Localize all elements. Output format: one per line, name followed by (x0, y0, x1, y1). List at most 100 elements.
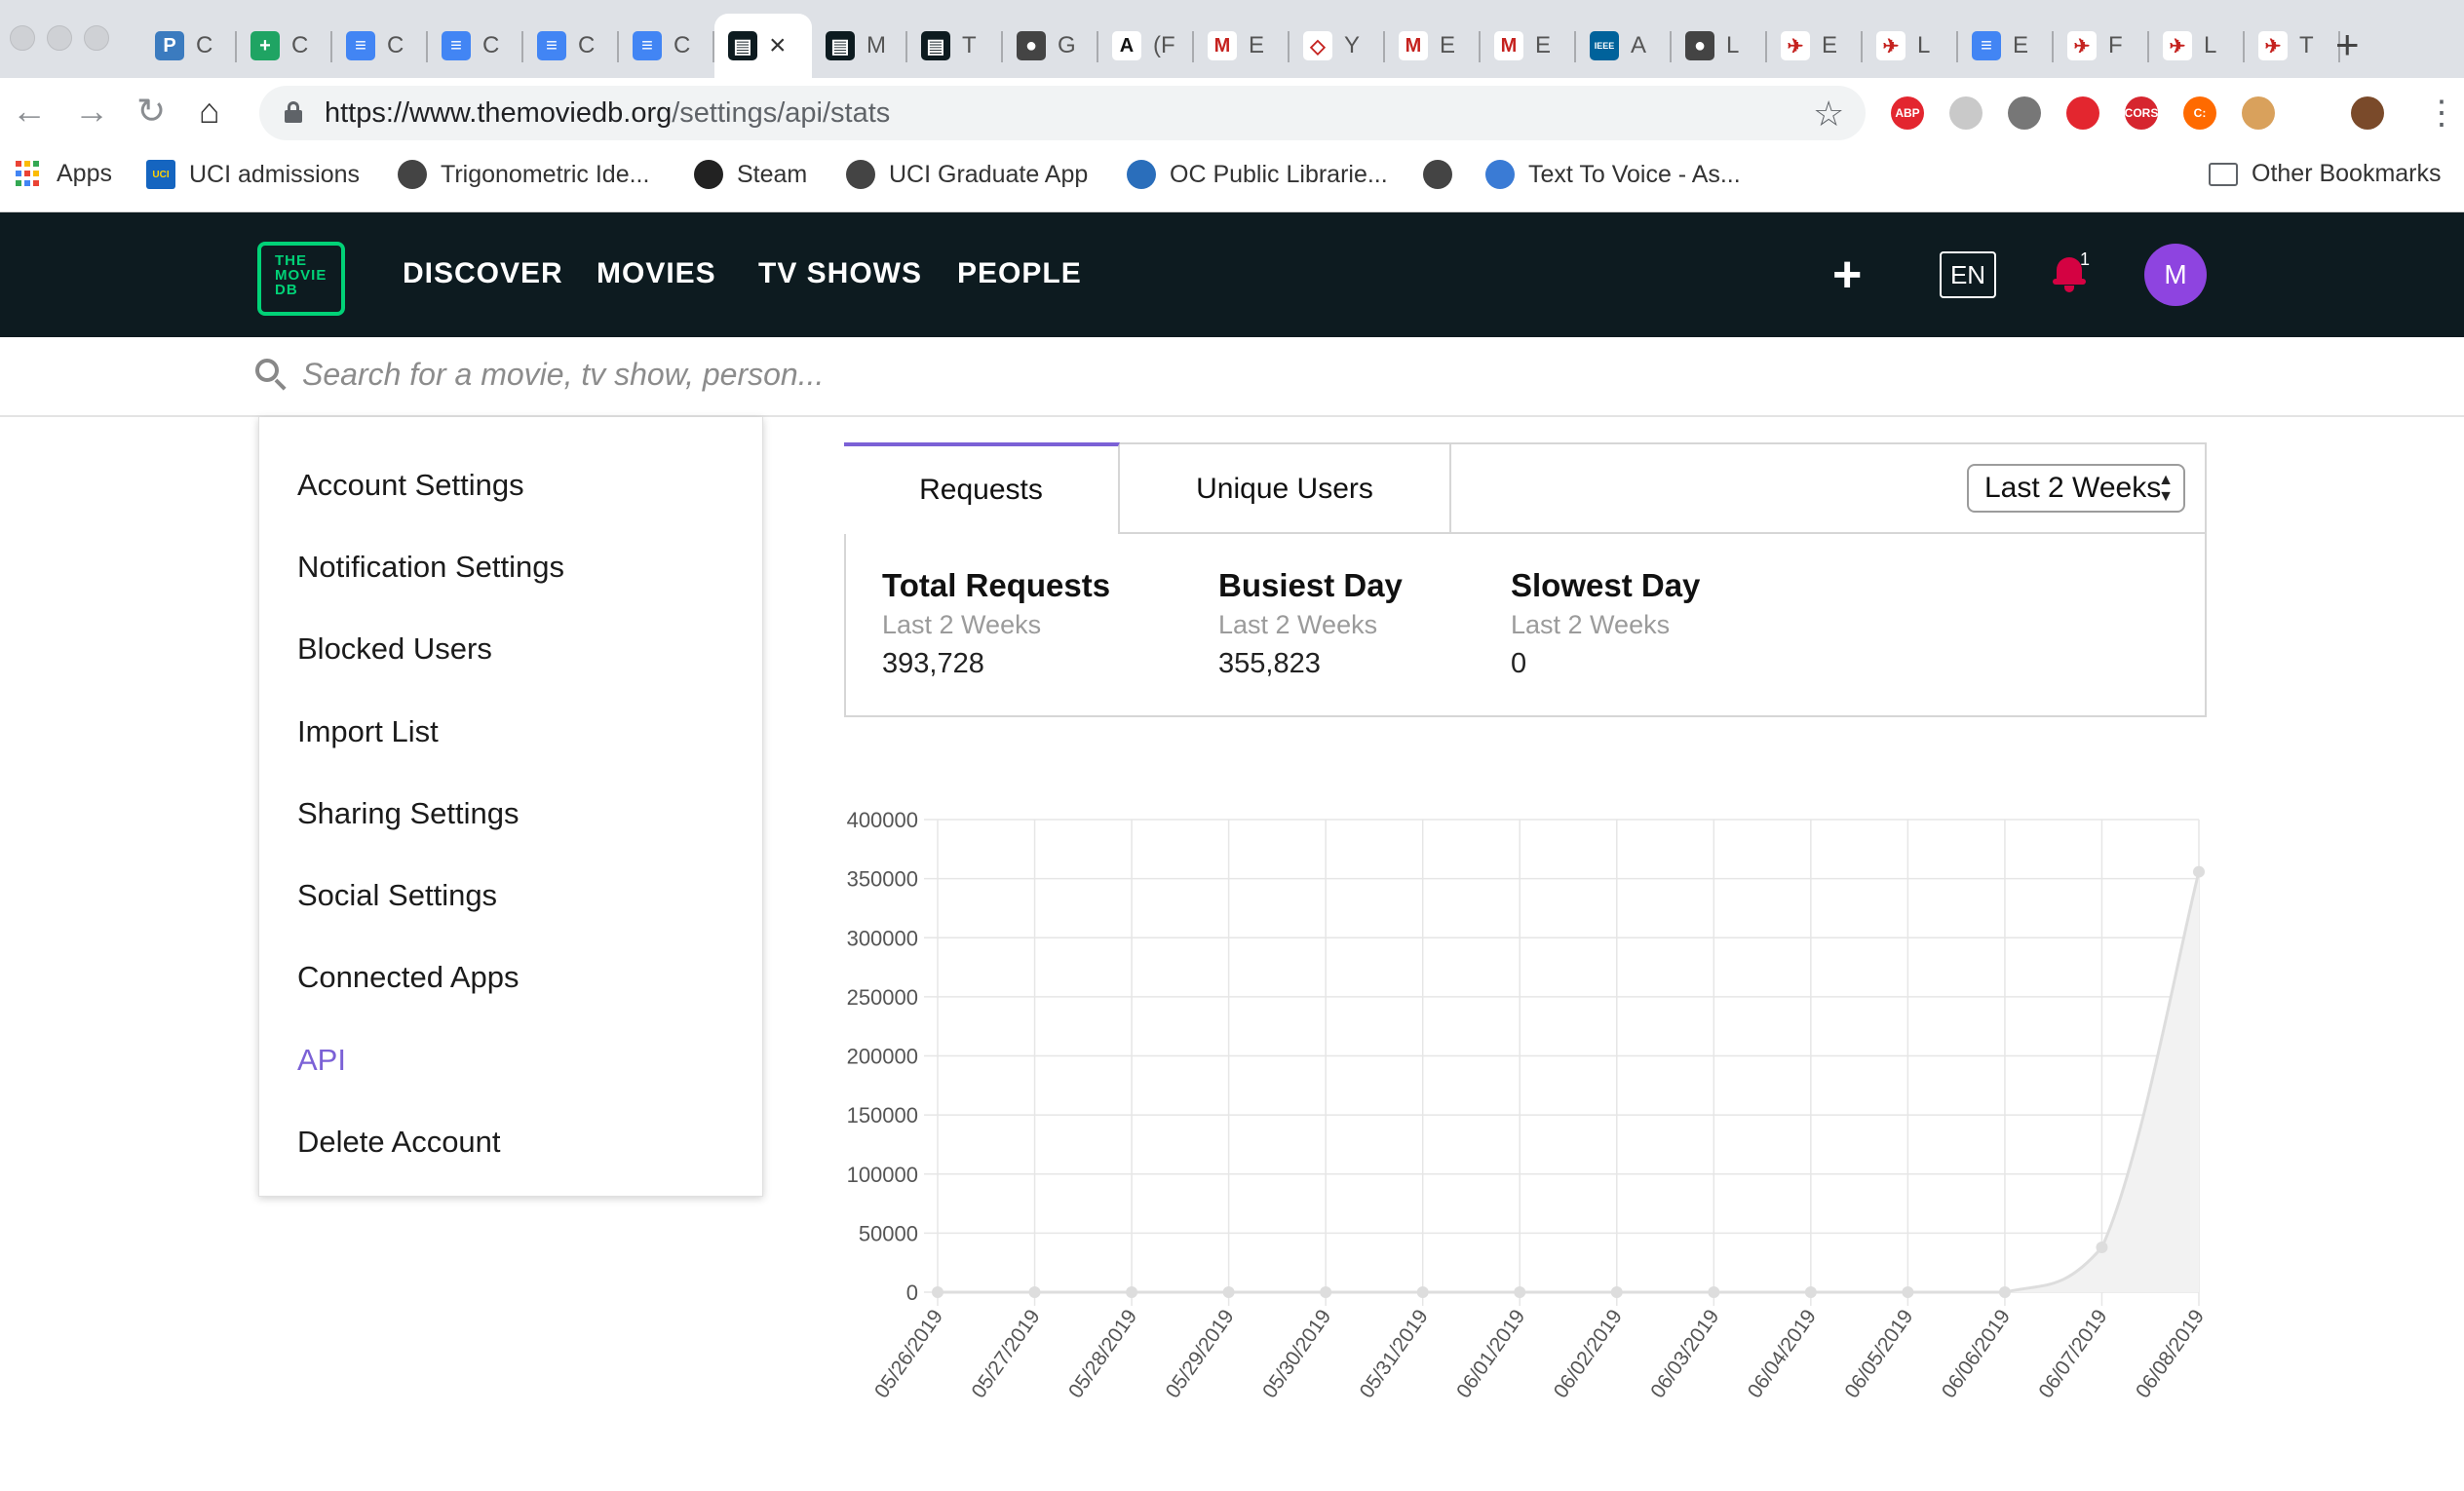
nav-movies[interactable]: MOVIES (597, 257, 716, 290)
nav-tv-shows[interactable]: TV SHOWS (758, 257, 922, 290)
tab-requests[interactable]: Requests (844, 442, 1120, 534)
tab-favicon-icon: ● (1685, 31, 1714, 60)
browser-tab[interactable]: ✈ L (1863, 14, 1958, 78)
nav-people[interactable]: PEOPLE (957, 257, 1082, 290)
sidebar-item-notification-settings[interactable]: Notification Settings (297, 550, 564, 585)
browser-tab[interactable]: A (F (1098, 14, 1194, 78)
tab-favicon-icon: ▤ (921, 31, 950, 60)
add-icon[interactable]: + (1832, 246, 1862, 304)
browser-tab[interactable]: ME (1481, 14, 1576, 78)
sidebar-item-social-settings[interactable]: Social Settings (297, 878, 497, 913)
browser-tab[interactable]: + C (237, 14, 332, 78)
sidebar-item-api[interactable]: API (297, 1043, 346, 1078)
bookmark-item[interactable]: Text To Voice - As... (1485, 160, 1741, 189)
tab-favicon-icon: ≡ (537, 31, 566, 60)
data-point (2096, 1242, 2108, 1254)
browser-tab[interactable]: ✈ E (1767, 14, 1863, 78)
browser-menu-icon[interactable]: ⋮ (2425, 94, 2458, 133)
browser-tab[interactable]: ● G (1003, 14, 1098, 78)
sidebar-item-account-settings[interactable]: Account Settings (297, 468, 524, 503)
globe-icon (846, 160, 875, 189)
sidebar-item-blocked-users[interactable]: Blocked Users (297, 631, 492, 667)
browser-tab[interactable]: ▤ M (812, 14, 907, 78)
stat-total-requests: Total Requests Last 2 Weeks 393,728 (882, 567, 1111, 679)
tab-favicon-icon: ≡ (442, 31, 471, 60)
extension-icon[interactable] (2008, 96, 2041, 130)
new-tab-button[interactable]: + (2335, 21, 2360, 68)
extension-icon[interactable]: CORS (2125, 96, 2158, 130)
extension-icon[interactable]: ABP (1891, 96, 1924, 130)
lock-icon[interactable] (285, 101, 302, 123)
tab-title: (F (1153, 32, 1174, 58)
url-text[interactable]: https://www.themoviedb.org/settings/api/… (325, 97, 890, 130)
globe-icon (398, 160, 427, 189)
sidebar-item-import-list[interactable]: Import List (297, 714, 439, 749)
browser-tab[interactable]: ≡ C (428, 14, 523, 78)
x-tick-label: 06/08/2019 (2132, 1306, 2209, 1402)
tmdb-logo[interactable]: THE MOVIE DB (257, 242, 345, 316)
profile-icon[interactable] (2351, 96, 2384, 130)
language-button[interactable]: EN (1940, 251, 1996, 298)
bookmark-item[interactable]: UCI UCI admissions (146, 160, 360, 189)
close-tab-icon[interactable]: × (769, 29, 787, 62)
reload-icon[interactable]: ↻ (136, 92, 166, 131)
browser-tab[interactable]: PC (141, 14, 237, 78)
x-tick-label: 05/27/2019 (968, 1306, 1045, 1402)
browser-tab[interactable]: ≡ C (332, 14, 428, 78)
bookmark-item[interactable]: Apps (16, 160, 112, 188)
tab-unique-users[interactable]: Unique Users (1120, 444, 1451, 534)
tab-title: C (196, 32, 213, 58)
extension-icon[interactable] (1949, 96, 1983, 130)
tab-favicon-icon: IEEE (1590, 31, 1619, 60)
bookmark-item[interactable] (1423, 160, 1466, 189)
browser-tab[interactable]: ✈ F (2054, 14, 2149, 78)
library-icon (1127, 160, 1156, 189)
browser-tab[interactable]: ME (1385, 14, 1481, 78)
extension-icon[interactable]: C: (2183, 96, 2216, 130)
tab-title: L (1917, 32, 1931, 58)
bookmark-item[interactable]: Steam (694, 160, 807, 189)
stat-busiest-day: Busiest Day Last 2 Weeks 355,823 (1218, 567, 1403, 679)
window-maximize-button[interactable] (84, 25, 109, 51)
extension-icon[interactable] (2242, 96, 2275, 130)
browser-tab[interactable]: ≡ C (523, 14, 619, 78)
window-minimize-button[interactable] (47, 25, 72, 51)
notification-count: 1 (2080, 249, 2091, 269)
other-bookmarks[interactable]: Other Bookmarks (2209, 160, 2442, 188)
bookmark-item[interactable]: Trigonometric Ide... (398, 160, 649, 189)
browser-tab[interactable]: ✈ L (2149, 14, 2245, 78)
home-icon[interactable]: ⌂ (199, 92, 220, 131)
browser-tab[interactable]: IEEE A (1576, 14, 1672, 78)
browser-tab[interactable]: ◇ Y (1290, 14, 1385, 78)
tab-title: E (1249, 32, 1265, 58)
date-range-select[interactable]: Last 2 Weeks ▲ ▼ (1967, 464, 2185, 513)
browser-tab[interactable]: ME (1194, 14, 1290, 78)
browser-tab[interactable]: ≡ C (619, 14, 714, 78)
sidebar-item-sharing-settings[interactable]: Sharing Settings (297, 796, 519, 831)
y-tick-label: 400000 (847, 808, 918, 832)
sidebar-item-connected-apps[interactable]: Connected Apps (297, 960, 520, 995)
x-tick-label: 06/05/2019 (1840, 1306, 1917, 1402)
forward-icon[interactable]: → (74, 92, 109, 131)
bookmark-label: Trigonometric Ide... (441, 160, 650, 188)
nav-discover[interactable]: DISCOVER (403, 257, 563, 290)
bookmark-item[interactable]: UCI Graduate App (846, 160, 1088, 189)
folder-icon (2209, 162, 2238, 186)
search-input[interactable] (302, 353, 1862, 396)
browser-tab[interactable]: ● L (1672, 14, 1767, 78)
user-avatar[interactable]: M (2144, 244, 2207, 306)
browser-tab[interactable]: ▤ × (714, 14, 812, 78)
browser-tab[interactable]: ▤ T (907, 14, 1003, 78)
extension-icon[interactable] (2066, 96, 2099, 130)
browser-tab[interactable]: ≡ E (1958, 14, 2054, 78)
sidebar-item-delete-account[interactable]: Delete Account (297, 1125, 501, 1160)
bookmark-star-icon[interactable]: ☆ (1813, 94, 1844, 134)
bookmark-item[interactable]: OC Public Librarie... (1127, 160, 1388, 189)
y-tick-label: 250000 (847, 985, 918, 1010)
data-point (1028, 1286, 1041, 1298)
tab-favicon-icon: M (1494, 31, 1523, 60)
back-icon[interactable]: ← (12, 92, 47, 131)
browser-tab[interactable]: ✈ T (2245, 14, 2340, 78)
tab-favicon-icon: P (155, 31, 184, 60)
window-close-button[interactable] (10, 25, 35, 51)
